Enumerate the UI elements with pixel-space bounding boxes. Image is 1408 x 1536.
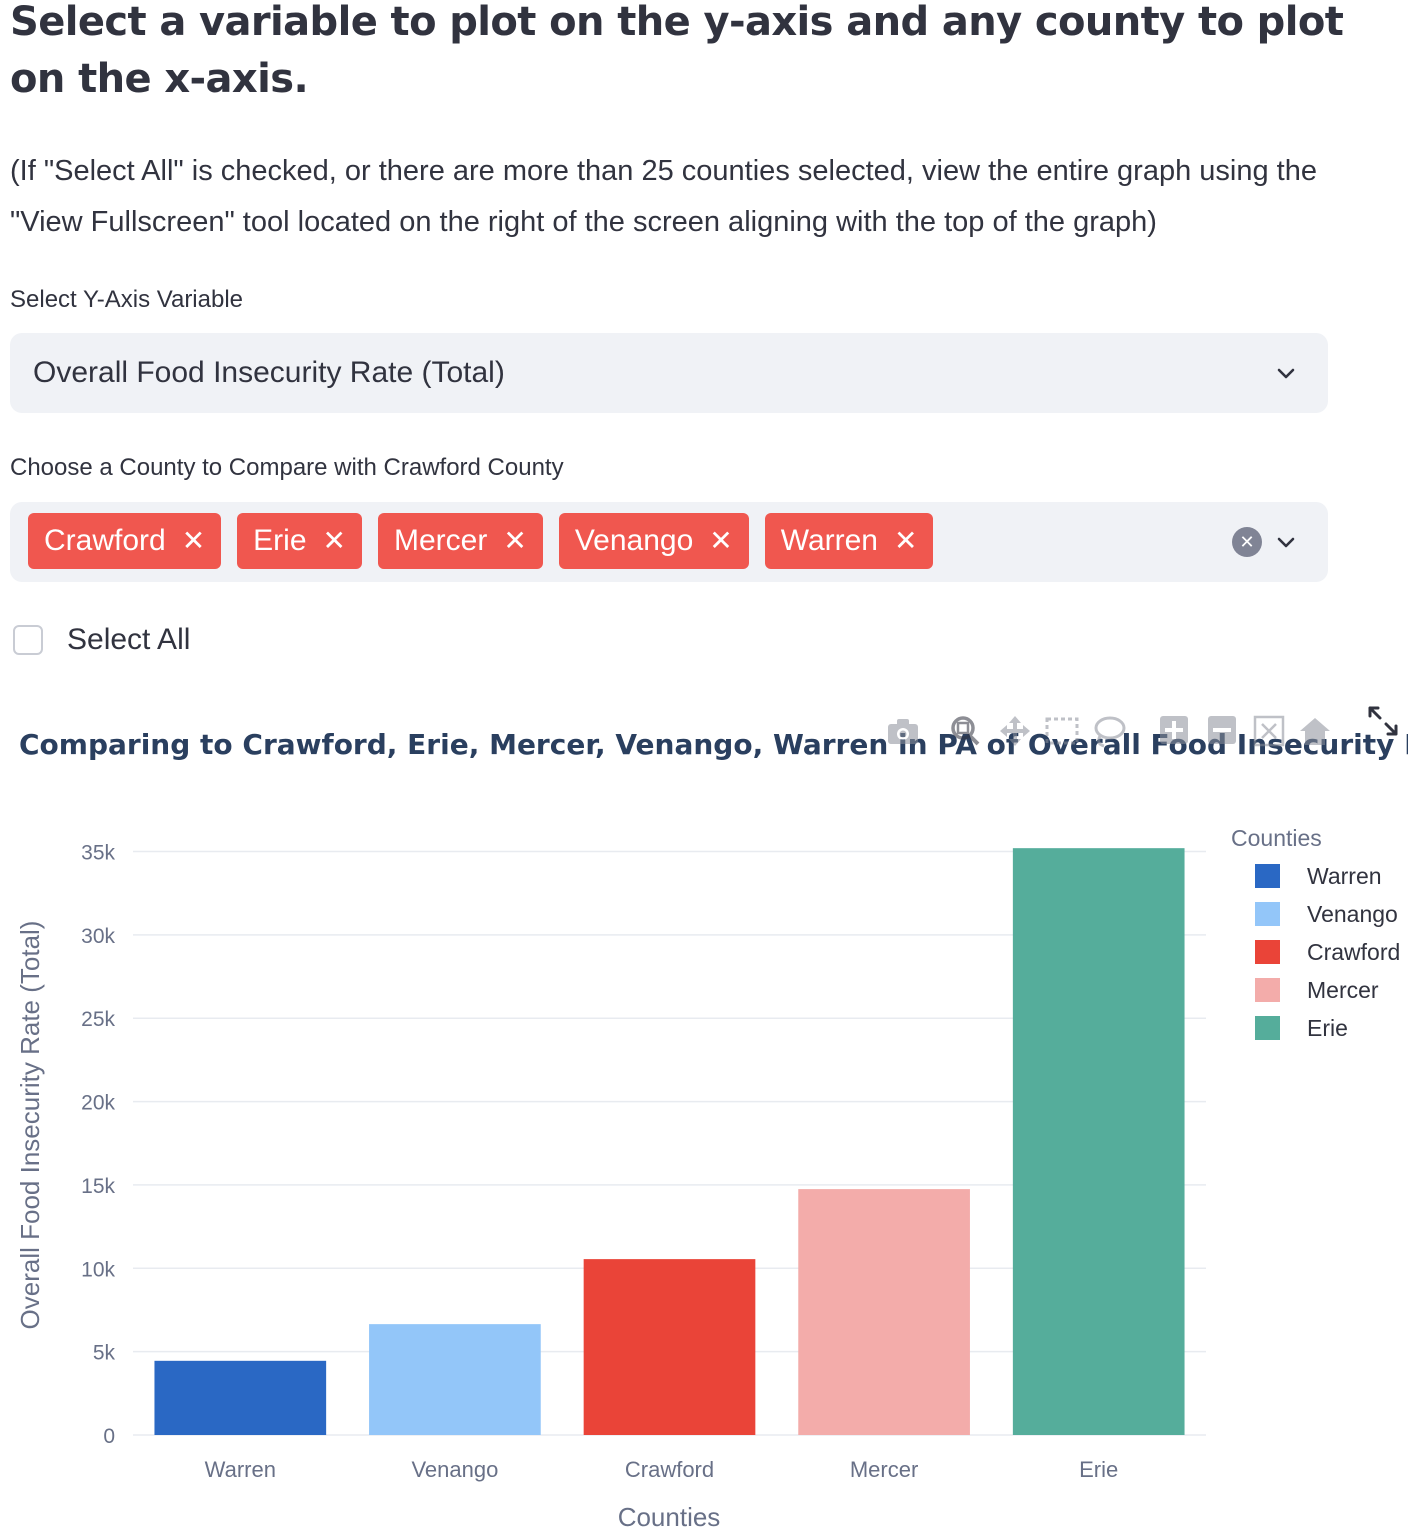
y-axis-title: Overall Food Insecurity Rate (Total) xyxy=(15,921,45,1330)
x-tick-label: Venango xyxy=(411,1457,498,1482)
chart-legend: Counties Warren Venango Crawford Mercer Erie xyxy=(1231,825,1400,1041)
county-tag-warren[interactable]: Warren ✕ xyxy=(764,513,934,569)
camera-icon[interactable] xyxy=(888,719,918,744)
county-tag-label: Erie xyxy=(253,524,307,557)
y-tick-label: 0 xyxy=(103,1425,115,1448)
county-tag-erie[interactable]: Erie ✕ xyxy=(237,513,362,569)
page-heading: Select a variable to plot on the y-axis … xyxy=(10,0,1344,102)
legend-label: Mercer xyxy=(1307,977,1379,1003)
select-all-label: Select All xyxy=(67,623,191,656)
legend-item-erie[interactable]: Erie xyxy=(1255,1015,1348,1041)
county-tag-mercer[interactable]: Mercer ✕ xyxy=(378,513,543,569)
county-tag-crawford[interactable]: Crawford ✕ xyxy=(28,513,222,569)
y-tick-label: 25k xyxy=(81,1008,115,1031)
remove-tag-icon[interactable]: ✕ xyxy=(182,527,205,555)
clear-all-icon[interactable]: ✕ xyxy=(1232,527,1262,557)
y-tick-label: 10k xyxy=(81,1258,115,1281)
remove-tag-icon[interactable]: ✕ xyxy=(894,527,917,555)
county-tag-label: Warren xyxy=(780,524,878,557)
chart-y-ticks: 0 5k 10k 15k 20k 25k 30k 35k xyxy=(81,842,115,1449)
select-all-checkbox[interactable] xyxy=(13,625,43,655)
legend-swatch xyxy=(1255,864,1280,888)
legend-swatch xyxy=(1255,978,1280,1002)
legend-item-mercer[interactable]: Mercer xyxy=(1255,977,1379,1003)
y-axis-select-label: Select Y-Axis Variable xyxy=(10,286,244,313)
x-axis-title: Counties xyxy=(618,1502,721,1532)
x-tick-label: Crawford xyxy=(625,1457,714,1482)
chart-title: Comparing to Crawford, Erie, Mercer, Ven… xyxy=(19,728,1408,761)
bar-crawford[interactable] xyxy=(583,1259,756,1435)
bar-warren[interactable] xyxy=(154,1360,327,1435)
x-tick-label: Warren xyxy=(205,1457,276,1482)
y-tick-label: 30k xyxy=(81,925,115,948)
county-tag-label: Mercer xyxy=(394,524,488,557)
chevron-down-icon[interactable] xyxy=(1274,361,1298,385)
bar-erie[interactable] xyxy=(1012,848,1185,1435)
remove-tag-icon[interactable]: ✕ xyxy=(709,527,732,555)
selected-county-tags: Crawford ✕ Erie ✕ Mercer ✕ Venango ✕ Warren ✕ xyxy=(28,513,934,569)
legend-label: Crawford xyxy=(1307,939,1400,965)
zoom-out-icon[interactable] xyxy=(1208,716,1236,744)
legend-swatch xyxy=(1255,1016,1280,1040)
y-axis-variable-select[interactable]: Overall Food Insecurity Rate (Total) xyxy=(10,333,1328,413)
legend-swatch xyxy=(1255,902,1280,926)
y-tick-label: 5k xyxy=(93,1342,116,1365)
bar-venango[interactable] xyxy=(369,1324,541,1435)
x-tick-label: Mercer xyxy=(850,1457,918,1482)
county-tag-label: Crawford xyxy=(44,524,166,557)
legend-item-crawford[interactable]: Crawford xyxy=(1255,939,1400,965)
x-tick-label: Erie xyxy=(1079,1457,1118,1482)
legend-label: Erie xyxy=(1307,1015,1348,1041)
instruction-note: (If "Select All" is checked, or there ar… xyxy=(10,155,1317,238)
y-axis-select-value: Overall Food Insecurity Rate (Total) xyxy=(33,356,505,389)
y-tick-label: 15k xyxy=(81,1175,115,1198)
county-select-label: Choose a County to Compare with Crawford… xyxy=(10,454,564,481)
legend-label: Warren xyxy=(1307,863,1382,889)
legend-item-warren[interactable]: Warren xyxy=(1255,863,1382,889)
county-multiselect[interactable]: Crawford ✕ Erie ✕ Mercer ✕ Venango ✕ Warren ✕ ✕ xyxy=(10,502,1328,582)
legend-label: Venango xyxy=(1307,901,1398,927)
county-tag-venango[interactable]: Venango ✕ xyxy=(558,513,749,569)
chart-x-ticks: Warren Venango Crawford Mercer Erie xyxy=(205,1457,1119,1482)
remove-tag-icon[interactable]: ✕ xyxy=(503,527,526,555)
remove-tag-icon[interactable]: ✕ xyxy=(323,527,346,555)
zoom-in-icon[interactable] xyxy=(1160,716,1188,744)
county-tag-label: Venango xyxy=(574,524,694,557)
y-tick-label: 35k xyxy=(81,842,115,865)
select-all-row[interactable]: Select All xyxy=(13,623,190,657)
y-tick-label: 20k xyxy=(81,1092,115,1115)
bar-chart: 0 5k 10k 15k 20k 25k 30k 35k Warren Venango Crawf… xyxy=(15,706,1408,1532)
bar-mercer[interactable] xyxy=(798,1189,970,1435)
chevron-down-icon[interactable] xyxy=(1274,530,1298,554)
legend-swatch xyxy=(1255,940,1280,964)
chart-bars xyxy=(154,848,1185,1435)
legend-title: Counties xyxy=(1231,825,1322,851)
legend-item-venango[interactable]: Venango xyxy=(1255,901,1398,927)
